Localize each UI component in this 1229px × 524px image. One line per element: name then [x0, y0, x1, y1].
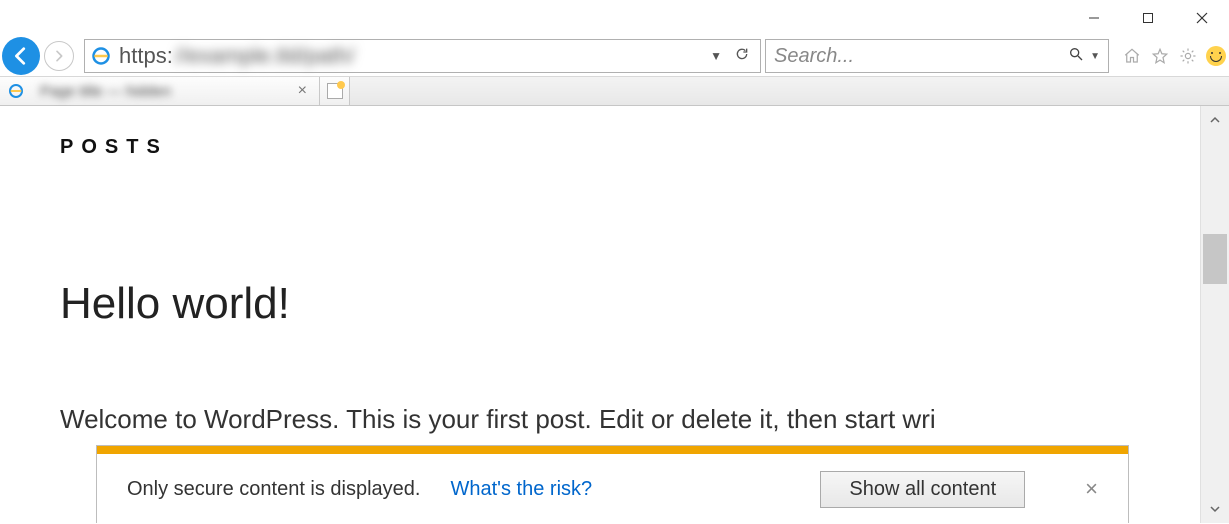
- chevron-up-icon: [1209, 114, 1221, 126]
- maximize-icon: [1142, 12, 1154, 24]
- tab-close-button[interactable]: ×: [294, 82, 311, 100]
- security-bar-stripe: [97, 446, 1128, 454]
- favorites-button[interactable]: [1149, 45, 1171, 67]
- ie-logo-icon: [91, 46, 111, 66]
- forward-icon: [51, 48, 67, 64]
- post-title[interactable]: Hello world!: [60, 279, 1140, 329]
- refresh-button[interactable]: [730, 46, 754, 67]
- minimize-icon: [1088, 12, 1100, 24]
- vertical-scrollbar[interactable]: [1200, 106, 1229, 523]
- address-protocol: https:: [119, 43, 173, 69]
- browser-tab-active[interactable]: Page title — hidden ×: [0, 77, 320, 105]
- chevron-down-icon: [1209, 503, 1221, 515]
- post-body: Welcome to WordPress. This is your first…: [60, 399, 1140, 441]
- whats-the-risk-link[interactable]: What's the risk?: [451, 478, 593, 501]
- scrollbar-thumb[interactable]: [1203, 234, 1227, 284]
- maximize-button[interactable]: [1121, 0, 1175, 36]
- security-notification-bar: Only secure content is displayed. What's…: [96, 445, 1129, 523]
- show-all-content-button[interactable]: Show all content: [820, 471, 1025, 508]
- star-icon: [1151, 47, 1169, 65]
- new-tab-button[interactable]: [320, 77, 350, 105]
- security-message: Only secure content is displayed.: [127, 478, 421, 501]
- smiley-icon: [1206, 46, 1226, 66]
- tab-bar: Page title — hidden ×: [0, 76, 1229, 106]
- scroll-up-button[interactable]: [1201, 106, 1229, 134]
- address-bar[interactable]: https: //example.tld/path/ ▼: [84, 39, 761, 73]
- address-dropdown-icon[interactable]: ▼: [702, 49, 730, 63]
- back-button[interactable]: [2, 37, 40, 75]
- back-icon: [10, 45, 32, 67]
- window-titlebar: [0, 0, 1229, 36]
- gear-icon: [1179, 47, 1197, 65]
- home-icon: [1123, 47, 1141, 65]
- security-bar-close-button[interactable]: ×: [1085, 476, 1098, 502]
- section-heading: POSTS: [60, 136, 1140, 159]
- close-window-button[interactable]: [1175, 0, 1229, 36]
- refresh-icon: [734, 46, 750, 62]
- toolbar-icons: [1121, 45, 1227, 67]
- address-url-blurred: //example.tld/path/: [175, 43, 702, 69]
- tab-title-blurred: Page title — hidden: [40, 83, 286, 100]
- minimize-button[interactable]: [1067, 0, 1121, 36]
- close-icon: [1196, 12, 1208, 24]
- search-dropdown-icon[interactable]: ▼: [1090, 51, 1100, 62]
- search-button[interactable]: [1068, 46, 1084, 67]
- tab-favicon-icon: [8, 83, 24, 99]
- new-tab-icon: [327, 83, 343, 99]
- browser-toolbar: https: //example.tld/path/ ▼ ▼: [0, 36, 1229, 76]
- tools-button[interactable]: [1177, 45, 1199, 67]
- home-button[interactable]: [1121, 45, 1143, 67]
- search-box[interactable]: ▼: [765, 39, 1109, 73]
- scroll-down-button[interactable]: [1201, 495, 1229, 523]
- search-icon: [1068, 46, 1084, 62]
- forward-button[interactable]: [44, 41, 74, 71]
- feedback-button[interactable]: [1205, 45, 1227, 67]
- search-input[interactable]: [774, 45, 1068, 68]
